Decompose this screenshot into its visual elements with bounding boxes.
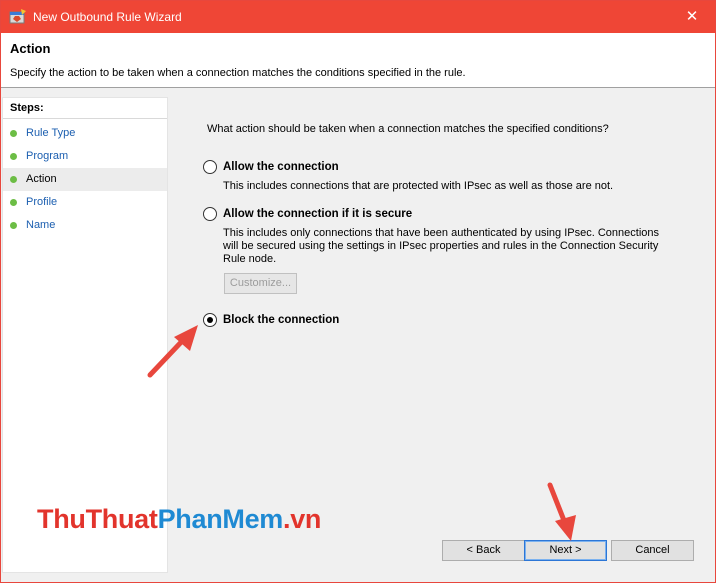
step-status-icon	[10, 199, 17, 206]
customize-button[interactable]: Customize...	[224, 273, 297, 294]
step-status-icon	[10, 176, 17, 183]
option-label-block[interactable]: Block the connection	[223, 314, 339, 326]
steps-title: Steps:	[10, 102, 44, 114]
option-label-allow-secure[interactable]: Allow the connection if it is secure	[223, 208, 412, 220]
main-content: What action should be taken when a conne…	[170, 97, 715, 535]
step-name[interactable]: Name	[3, 214, 167, 237]
page-title: Action	[10, 41, 51, 56]
firewall-wizard-icon	[9, 8, 27, 25]
annotation-arrow-icon	[547, 482, 576, 541]
divider	[3, 118, 167, 119]
step-program[interactable]: Program	[3, 145, 167, 168]
step-profile[interactable]: Profile	[3, 191, 167, 214]
step-status-icon	[10, 130, 17, 137]
next-button[interactable]: Next >	[524, 540, 607, 561]
window-title: New Outbound Rule Wizard	[33, 10, 182, 24]
watermark: ThuThuatPhanMem.vn	[37, 504, 321, 535]
step-action[interactable]: Action	[3, 168, 167, 191]
step-status-icon	[10, 222, 17, 229]
step-status-icon	[10, 153, 17, 160]
annotation-arrow-icon	[147, 325, 198, 378]
watermark-part: .vn	[283, 504, 322, 534]
step-label: Rule Type	[26, 127, 76, 139]
radio-allow-secure[interactable]	[203, 207, 217, 221]
title-bar[interactable]: New Outbound Rule Wizard ✕	[1, 1, 715, 33]
watermark-part: ThuThuat	[37, 504, 158, 534]
page-description: Specify the action to be taken when a co…	[10, 67, 466, 79]
back-button[interactable]: < Back	[442, 540, 525, 561]
option-label-allow[interactable]: Allow the connection	[223, 161, 339, 173]
step-rule-type[interactable]: Rule Type	[3, 122, 167, 145]
option-description-allow-secure: This includes only connections that have…	[223, 227, 659, 265]
radio-allow[interactable]	[203, 160, 217, 174]
close-icon[interactable]: ✕	[669, 1, 715, 33]
watermark-part: PhanMem	[157, 504, 284, 534]
step-label: Program	[26, 150, 69, 162]
radio-block[interactable]	[203, 313, 217, 327]
step-label: Profile	[26, 196, 58, 208]
page-header: Action Specify the action to be taken wh…	[1, 33, 715, 88]
option-description-allow: This includes connections that are prote…	[223, 180, 614, 192]
wizard-window: New Outbound Rule Wizard ✕ Action Specif…	[0, 0, 716, 583]
action-question: What action should be taken when a conne…	[207, 123, 609, 135]
step-label: Name	[26, 219, 56, 231]
step-label: Action	[26, 173, 57, 185]
cancel-button[interactable]: Cancel	[611, 540, 694, 561]
